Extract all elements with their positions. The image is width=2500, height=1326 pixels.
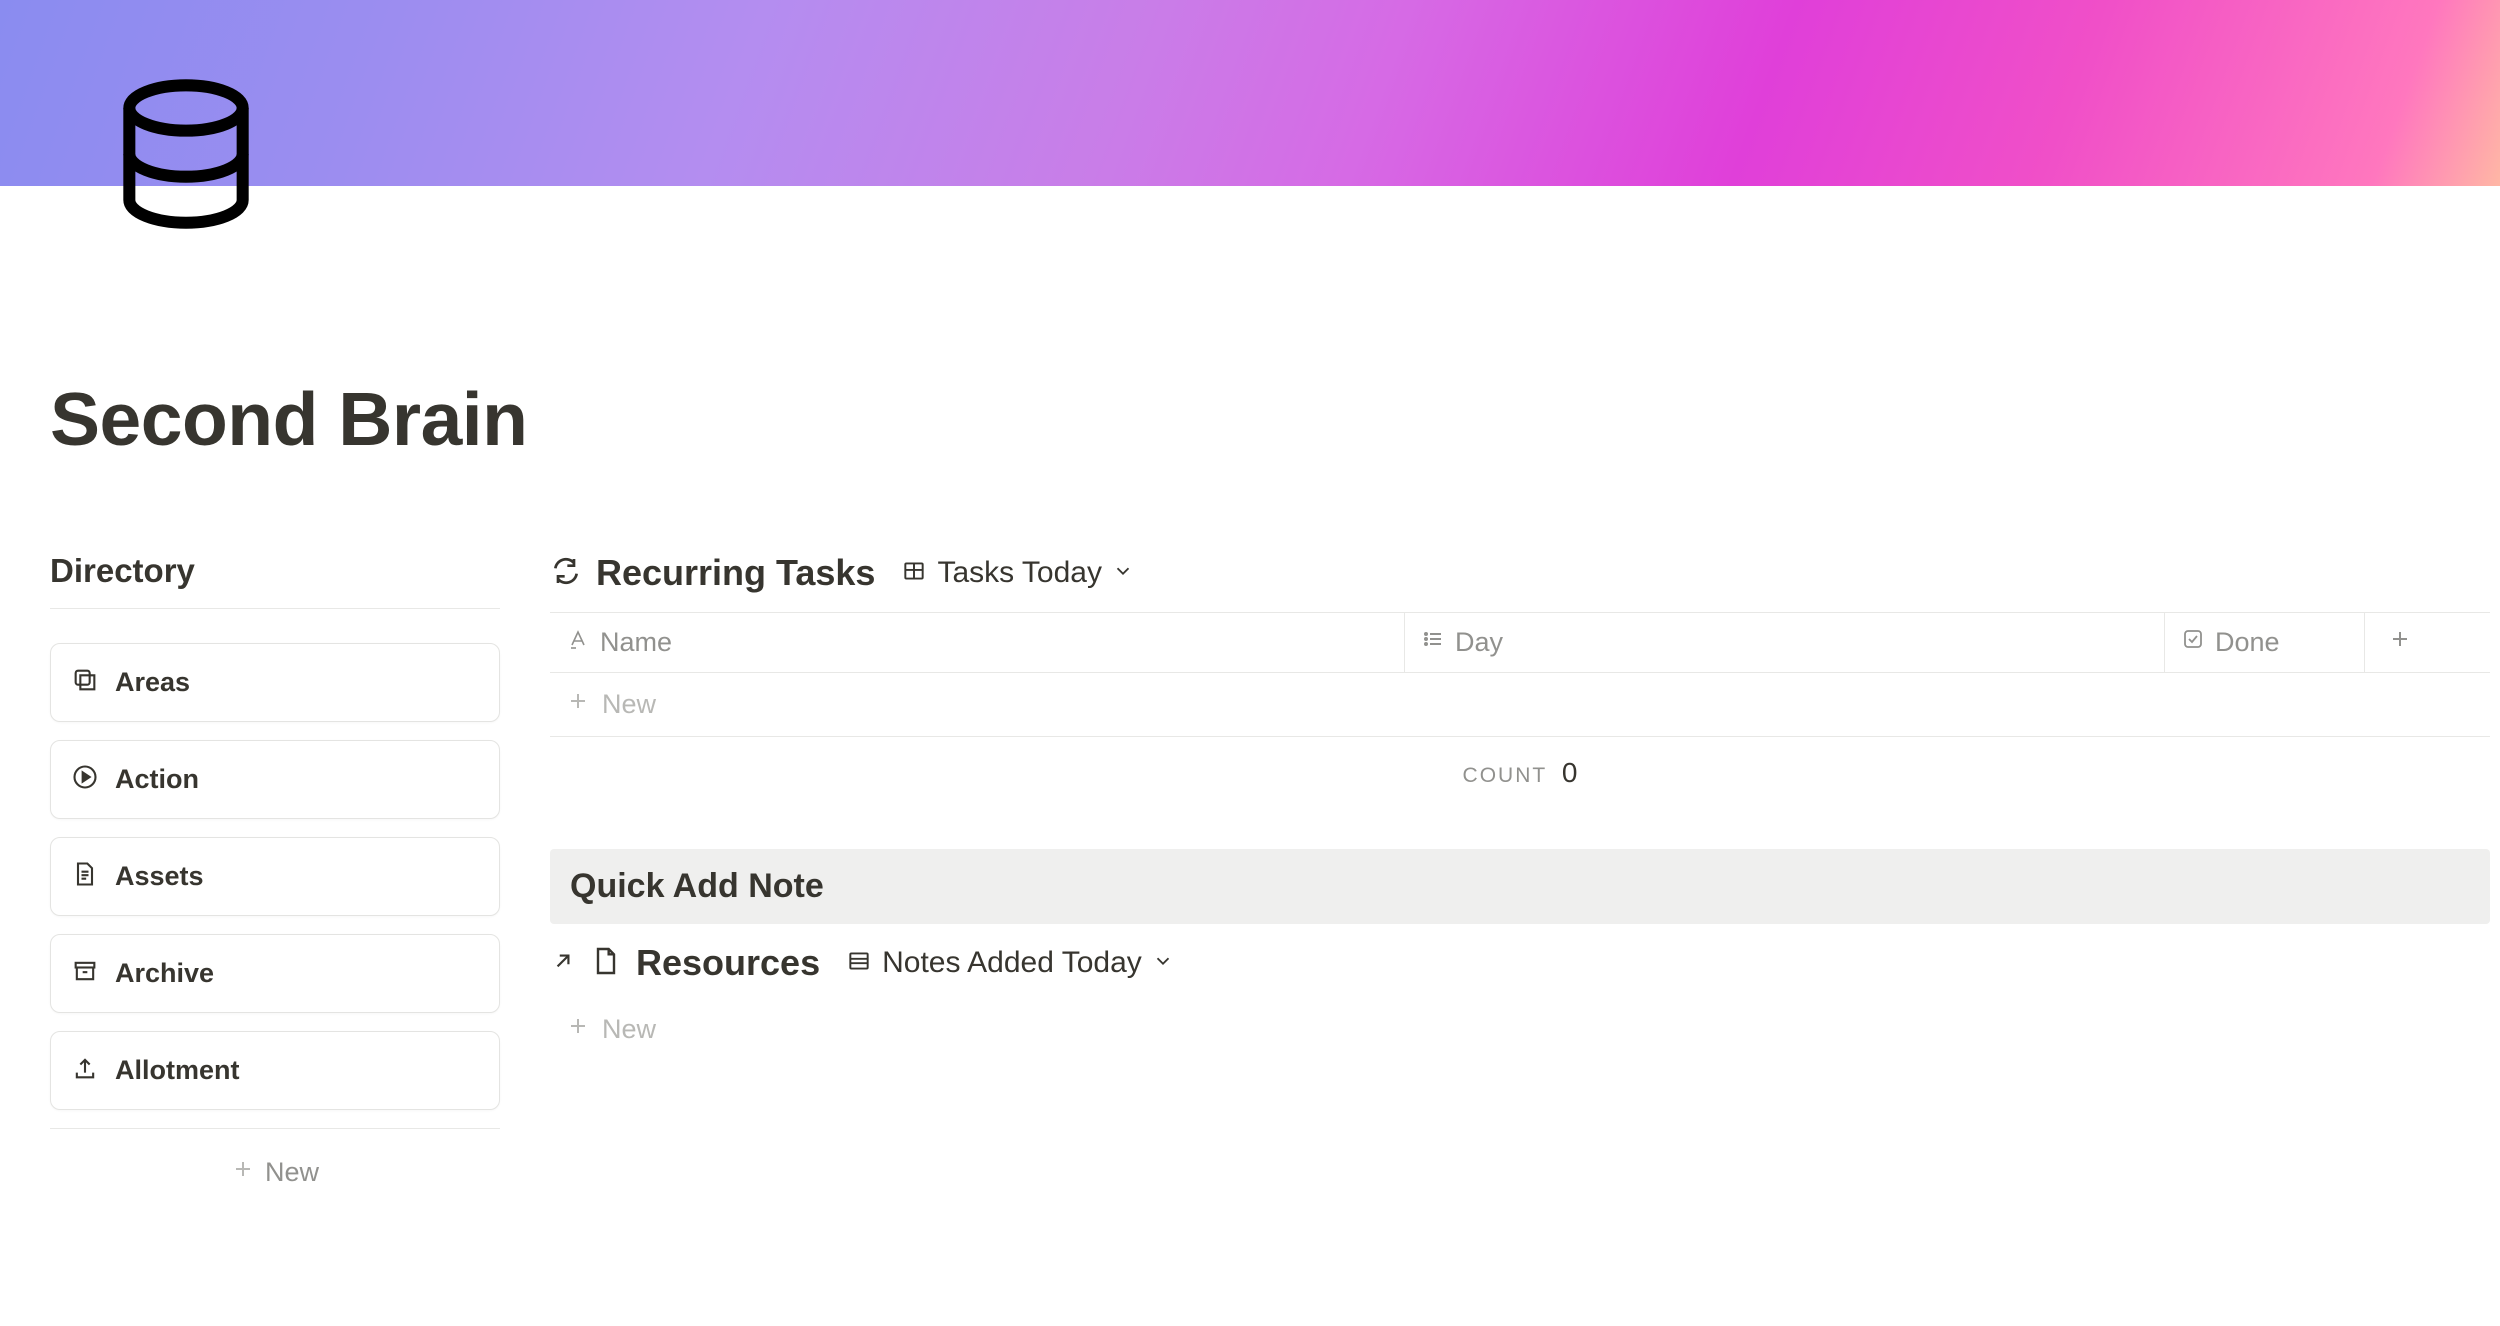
- directory-new-label: New: [265, 1157, 319, 1188]
- plus-icon: [231, 1157, 255, 1188]
- page-icon-database[interactable]: [96, 64, 276, 244]
- directory-item-label: Allotment: [115, 1055, 240, 1086]
- page-icon: [590, 945, 622, 982]
- directory-item-label: Archive: [115, 958, 214, 989]
- plus-icon: [566, 689, 590, 720]
- column-header-day[interactable]: Day: [1405, 613, 2165, 672]
- page-title[interactable]: Second Brain: [50, 376, 2500, 462]
- plus-icon: [2388, 627, 2412, 658]
- add-column-button[interactable]: [2365, 613, 2435, 672]
- recurring-tasks-title[interactable]: Recurring Tasks: [596, 552, 875, 594]
- cover-image: [0, 0, 2500, 186]
- document-icon: [71, 860, 99, 893]
- chevron-down-icon: [1112, 560, 1134, 587]
- directory-item-label: Assets: [115, 861, 204, 892]
- resources-new-row[interactable]: New: [550, 1004, 2490, 1055]
- quick-add-note-callout[interactable]: Quick Add Note: [550, 849, 2490, 924]
- recurring-tasks-header: Recurring Tasks Tasks Today: [550, 552, 2490, 594]
- column-header-label: Day: [1455, 627, 1503, 658]
- recurring-new-row[interactable]: New: [550, 673, 2490, 736]
- upload-icon: [71, 1054, 99, 1087]
- column-header-name[interactable]: Name: [550, 613, 1405, 672]
- column-header-done[interactable]: Done: [2165, 613, 2365, 672]
- quick-add-note-title: Quick Add Note: [570, 867, 2470, 906]
- directory-item-archive[interactable]: Archive: [50, 934, 500, 1013]
- resources-view-label: Notes Added Today: [882, 946, 1142, 980]
- recurring-tasks-table: Name Day: [550, 612, 2490, 737]
- directory-new-button[interactable]: New: [50, 1128, 500, 1188]
- directory-heading: Directory: [50, 552, 500, 609]
- list-view-icon: [846, 948, 872, 979]
- resources-view-selector[interactable]: Notes Added Today: [846, 946, 1174, 980]
- new-row-label: New: [602, 689, 656, 720]
- directory-item-assets[interactable]: Assets: [50, 837, 500, 916]
- recurring-count[interactable]: COUNT 0: [550, 737, 2490, 809]
- recurring-view-selector[interactable]: Tasks Today: [901, 556, 1134, 590]
- count-value: 0: [1562, 757, 1578, 788]
- play-icon: [71, 763, 99, 796]
- recurring-view-label: Tasks Today: [937, 556, 1102, 590]
- plus-icon: [566, 1014, 590, 1045]
- column-header-label: Name: [600, 627, 672, 658]
- archive-icon: [71, 957, 99, 990]
- directory-item-allotment[interactable]: Allotment: [50, 1031, 500, 1110]
- column-header-label: Done: [2215, 627, 2280, 658]
- chevron-down-icon: [1152, 950, 1174, 977]
- new-row-label: New: [602, 1014, 656, 1045]
- table-header-row: Name Day: [550, 613, 2490, 673]
- refresh-icon: [550, 555, 582, 592]
- directory-item-areas[interactable]: Areas: [50, 643, 500, 722]
- arrow-up-right-icon: [550, 948, 576, 979]
- main-content: Recurring Tasks Tasks Today: [550, 552, 2500, 1188]
- directory-sidebar: Directory Areas Action: [50, 552, 500, 1188]
- checkbox-property-icon: [2181, 627, 2205, 658]
- resources-header: Resources Notes Added Today: [550, 942, 2490, 984]
- directory-item-label: Action: [115, 764, 199, 795]
- stack-icon: [71, 666, 99, 699]
- text-property-icon: [566, 627, 590, 658]
- list-property-icon: [1421, 627, 1445, 658]
- directory-item-action[interactable]: Action: [50, 740, 500, 819]
- count-label: COUNT: [1463, 764, 1548, 787]
- resources-title[interactable]: Resources: [636, 942, 820, 984]
- table-icon: [901, 558, 927, 589]
- directory-item-label: Areas: [115, 667, 190, 698]
